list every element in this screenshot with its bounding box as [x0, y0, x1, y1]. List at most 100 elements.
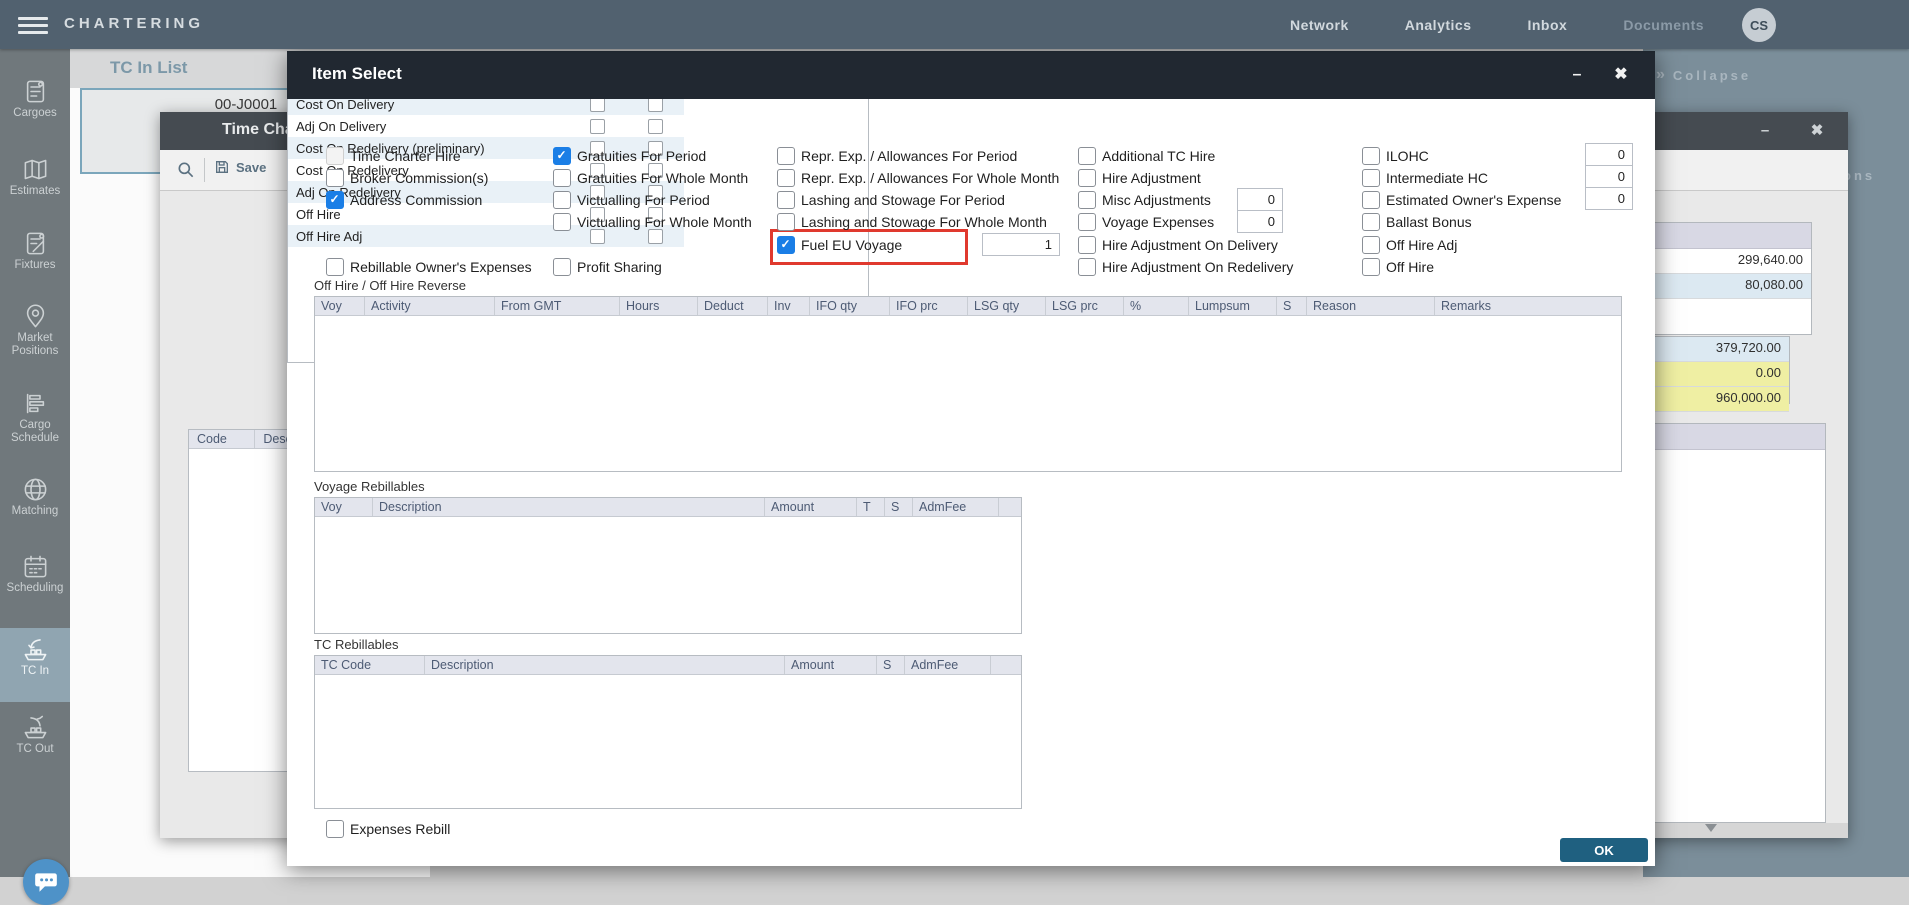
side-input-intermediate-hc[interactable] — [1585, 165, 1633, 188]
checkbox-off-hire[interactable] — [1362, 258, 1380, 276]
checkbox-voyage-expenses[interactable] — [1078, 213, 1096, 231]
input-voyage-expenses[interactable] — [1237, 210, 1283, 233]
nav-item-inbox[interactable]: Inbox — [1527, 17, 1567, 33]
sidebar-item-estimates[interactable]: Estimates — [0, 148, 70, 208]
checkbox-rebillable-owner-s-expenses[interactable] — [326, 258, 344, 276]
checkbox-estimated-owner-s-expense[interactable] — [1362, 191, 1380, 209]
modal-minimize-icon[interactable]: – — [1565, 63, 1589, 87]
checkbox-hire-adjustment-on-delivery[interactable] — [1078, 236, 1096, 254]
checkbox-victualling-for-period[interactable] — [553, 191, 571, 209]
checkbox-label-estimated-owner-s-expense: Estimated Owner's Expense — [1386, 192, 1561, 208]
lsg-cell — [626, 229, 684, 244]
column-header-ifo-prc: IFO prc — [890, 297, 968, 315]
checkbox-label-profit-sharing: Profit Sharing — [577, 259, 662, 275]
checkbox-lashing-and-stowage-for-period[interactable] — [777, 191, 795, 209]
sidebar-item-market-positions[interactable]: MarketPositions — [0, 295, 70, 371]
nav-item-analytics[interactable]: Analytics — [1405, 17, 1472, 33]
collapse-label: Collapse — [1673, 68, 1751, 83]
checkbox-repr-exp-allowances-for-period[interactable] — [777, 147, 795, 165]
column-header-description: Description — [373, 498, 765, 516]
sidebar-item-tc-in[interactable]: TC In — [0, 628, 70, 702]
column-header-from-gmt: From GMT — [495, 297, 620, 315]
hamburger-menu-icon[interactable] — [18, 13, 48, 35]
sidebar-item-label: Cargoes — [0, 107, 70, 120]
grid-row-adj-on-delivery: Adj On Delivery — [288, 115, 684, 137]
tc-rebillables-table: TC CodeDescriptionAmountSAdmFee — [314, 655, 1022, 809]
checkbox-ballast-bonus[interactable] — [1362, 213, 1380, 231]
checkbox-additional-tc-hire[interactable] — [1078, 147, 1096, 165]
checkbox-fuel-eu-voyage[interactable] — [777, 236, 795, 254]
column-header-lsg-qty: LSG qty — [968, 297, 1046, 315]
sidebar-item-label: Positions — [0, 345, 70, 358]
user-avatar[interactable]: CS — [1742, 8, 1776, 42]
nav-item-documents[interactable]: Documents — [1623, 17, 1704, 33]
sidebar-item-matching[interactable]: Matching — [0, 468, 70, 530]
window-minimize-icon[interactable]: – — [1754, 120, 1776, 142]
lsg-cell — [626, 119, 684, 134]
checkbox-off-hire-adj-ifo[interactable] — [590, 229, 605, 244]
checkbox-label-off-hire-adj: Off Hire Adj — [1386, 237, 1457, 253]
sidebar-item-label: Fixtures — [0, 259, 70, 272]
grid-row-label: Adj On Delivery — [288, 119, 568, 134]
checkbox-intermediate-hc[interactable] — [1362, 169, 1380, 187]
ok-button[interactable]: OK — [1560, 838, 1648, 862]
column-header-admfee: AdmFee — [905, 656, 991, 674]
checkbox-label-ilohc: ILOHC — [1386, 148, 1429, 164]
side-input-estimated-owner-s-expense[interactable] — [1585, 187, 1633, 210]
sidebar-item-label: Estimates — [0, 185, 70, 198]
app-sidebar: Cargoes Estimates Fixtures MarketPositions C… — [0, 49, 70, 877]
checkbox-lashing-and-stowage-for-whole-month[interactable] — [777, 213, 795, 231]
sidebar-item-scheduling[interactable]: Scheduling — [0, 545, 70, 609]
column-header-ifo-qty: IFO qty — [810, 297, 890, 315]
collapse-button[interactable]: » Collapse — [1656, 66, 1751, 84]
checkbox-gratuities-for-whole-month[interactable] — [553, 169, 571, 187]
checkbox-gratuities-for-period[interactable] — [553, 147, 571, 165]
save-label: Save — [236, 160, 266, 175]
offhire-table: VoyActivityFrom GMTHoursDeductInvIFO qty… — [314, 296, 1622, 472]
input-fuel-eu-voyage[interactable] — [982, 233, 1060, 256]
checkbox-label-address-commission: Address Commission — [350, 192, 482, 208]
offhire-section-label: Off Hire / Off Hire Reverse — [314, 278, 466, 293]
matching-icon — [22, 476, 49, 503]
sidebar-item-label: Matching — [0, 505, 70, 518]
checkbox-victualling-for-whole-month[interactable] — [553, 213, 571, 231]
input-misc-adjustments[interactable] — [1237, 188, 1283, 211]
checkbox-hire-adjustment-on-redelivery[interactable] — [1078, 258, 1096, 276]
ifo-cell — [568, 119, 626, 134]
checkbox-misc-adjustments[interactable] — [1078, 191, 1096, 209]
checkbox-adj-on-delivery-ifo[interactable] — [590, 119, 605, 134]
modal-close-icon[interactable]: ✖ — [1609, 63, 1633, 87]
top-bar: CHARTERING NetworkAnalyticsInboxDocument… — [0, 0, 1909, 49]
side-input-ilohc[interactable] — [1585, 143, 1633, 166]
checkbox-off-hire-adj-lsg[interactable] — [648, 229, 663, 244]
scrollbar-track[interactable] — [1655, 823, 1848, 838]
sidebar-item-cargoes[interactable]: Cargoes — [0, 70, 70, 136]
chat-button[interactable] — [23, 859, 69, 905]
sidebar-item-fixtures[interactable]: Fixtures — [0, 222, 70, 282]
column-header-lumpsum: Lumpsum — [1189, 297, 1277, 315]
checkbox-hire-adjustment[interactable] — [1078, 169, 1096, 187]
column-header-spare — [999, 498, 1021, 516]
search-icon[interactable] — [176, 160, 196, 180]
checkbox-expenses-rebill[interactable] — [326, 820, 344, 838]
checkbox-broker-commission-s[interactable] — [326, 169, 344, 187]
checkbox-label-gratuities-for-period: Gratuities For Period — [577, 148, 706, 164]
checkbox-address-commission[interactable] — [326, 191, 344, 209]
sidebar-item-cargo-schedule[interactable]: CargoSchedule — [0, 382, 70, 458]
scheduling-icon — [22, 553, 49, 580]
chat-bubble-icon — [33, 869, 59, 895]
save-button[interactable]: Save — [214, 159, 266, 175]
window-close-icon[interactable]: ✖ — [1806, 120, 1828, 142]
sidebar-item-tc-out[interactable]: TC Out — [0, 706, 70, 776]
checkbox-profit-sharing[interactable] — [553, 258, 571, 276]
checkbox-off-hire-adj[interactable] — [1362, 236, 1380, 254]
scroll-down-arrow-icon[interactable] — [1705, 824, 1717, 832]
tc-rebillables-header: TC CodeDescriptionAmountSAdmFee — [315, 656, 1021, 675]
checkbox-time-charter-hire[interactable] — [326, 147, 344, 165]
nav-item-network[interactable]: Network — [1290, 17, 1349, 33]
checkbox-ilohc[interactable] — [1362, 147, 1380, 165]
column-header-amount: Amount — [765, 498, 857, 516]
checkbox-label-lashing-and-stowage-for-period: Lashing and Stowage For Period — [801, 192, 1005, 208]
checkbox-adj-on-delivery-lsg[interactable] — [648, 119, 663, 134]
checkbox-repr-exp-allowances-for-whole-month[interactable] — [777, 169, 795, 187]
